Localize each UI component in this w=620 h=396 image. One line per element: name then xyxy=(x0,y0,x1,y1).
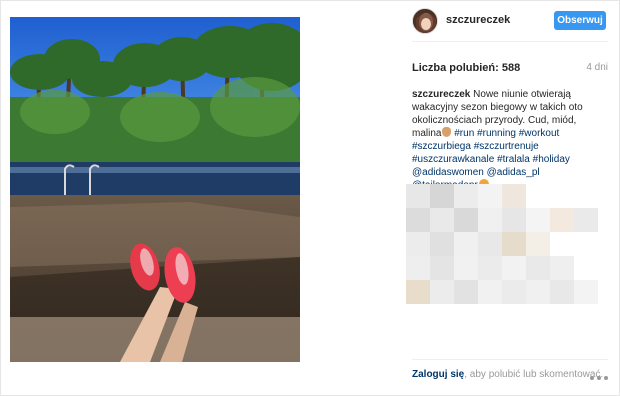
mention-link[interactable]: @adidas_pl xyxy=(487,167,540,178)
likes-label: Liczba polubień: xyxy=(412,62,499,74)
mention-link[interactable]: @adidaswomen xyxy=(412,167,484,178)
more-options-icon[interactable] xyxy=(590,376,610,382)
follow-button[interactable]: Obserwuj xyxy=(554,11,606,30)
hashtag-link[interactable]: #tralala xyxy=(497,154,530,165)
header-divider xyxy=(412,41,608,42)
hashtag-link[interactable]: #holiday xyxy=(533,154,570,165)
post-header: szczureczek Obserwuj xyxy=(400,1,620,41)
likes-count[interactable]: Liczba polubień: 588 xyxy=(412,62,520,74)
instagram-post-embed: szczureczek Obserwuj Liczba polubień: 58… xyxy=(0,0,620,396)
post-photo[interactable] xyxy=(10,17,300,362)
blurred-comments xyxy=(406,184,616,312)
photo-image xyxy=(10,17,300,362)
hashtag-link[interactable]: #szczurtrenuje xyxy=(474,141,539,152)
login-prompt-text: , aby polubić lub skomentować. xyxy=(464,369,604,380)
likes-number: 588 xyxy=(501,62,521,74)
ok-hand-emoji-icon xyxy=(442,127,452,137)
post-caption: szczureczek Nowe niunie otwierają wakacy… xyxy=(412,88,608,192)
likes-row: Liczba polubień: 588 4 dni xyxy=(412,62,608,78)
hashtag-link[interactable]: #running xyxy=(477,128,516,139)
login-link[interactable]: Zaloguj się xyxy=(412,369,464,380)
username-link[interactable]: szczureczek xyxy=(446,14,510,26)
footer-divider xyxy=(412,359,608,360)
hashtag-link[interactable]: #workout xyxy=(519,128,560,139)
post-sidebar: szczureczek Obserwuj Liczba polubień: 58… xyxy=(400,1,620,396)
login-prompt: Zaloguj się, aby polubić lub skomentować… xyxy=(412,368,608,381)
hashtag-link[interactable]: #uszczurawkanale xyxy=(412,154,494,165)
post-time[interactable]: 4 dni xyxy=(586,62,608,73)
caption-author[interactable]: szczureczek xyxy=(412,89,470,100)
avatar[interactable] xyxy=(412,8,438,34)
hashtag-link[interactable]: #szczurbiega xyxy=(412,141,471,152)
hashtag-link[interactable]: #run xyxy=(454,128,474,139)
